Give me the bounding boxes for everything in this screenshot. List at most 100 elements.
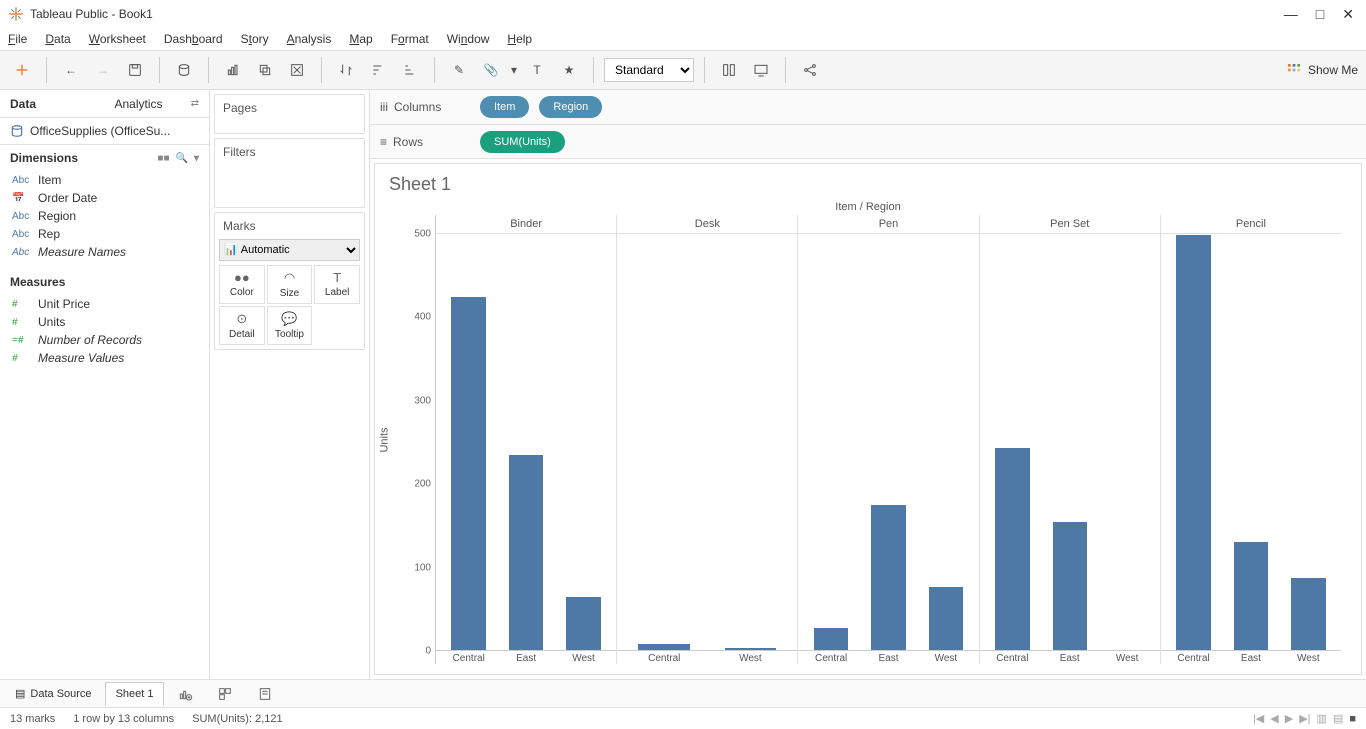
show-me-button[interactable]: Show Me xyxy=(1286,62,1358,78)
mark-detail[interactable]: ⊙Detail xyxy=(219,306,265,345)
mark-label[interactable]: TLabel xyxy=(314,265,360,304)
dropdown-caret[interactable]: ▾ xyxy=(509,56,519,84)
new-datasource-button[interactable] xyxy=(170,56,198,84)
sort-desc-button[interactable] xyxy=(396,56,424,84)
bar-pen-east[interactable] xyxy=(871,505,905,650)
field-order-date[interactable]: 📅Order Date xyxy=(6,189,203,207)
menu-help[interactable]: Help xyxy=(507,32,532,46)
tab-sheet1[interactable]: Sheet 1 xyxy=(105,682,165,706)
datasource-row[interactable]: OfficeSupplies (OfficeSu... xyxy=(0,118,209,145)
field-unit-price[interactable]: #Unit Price xyxy=(6,295,203,313)
field-number-of-records[interactable]: =#Number of Records xyxy=(6,331,203,349)
mark-size[interactable]: ◠Size xyxy=(267,265,313,304)
maximize-button[interactable]: □ xyxy=(1316,6,1324,23)
pill-region[interactable]: Region xyxy=(539,96,602,118)
view-full-icon[interactable]: ■ xyxy=(1349,713,1356,725)
tableau-icon-button[interactable] xyxy=(8,56,36,84)
show-cards-button[interactable] xyxy=(715,56,743,84)
status-geometry: 1 row by 13 columns xyxy=(73,713,174,725)
nav-first[interactable]: |◀ xyxy=(1253,712,1264,725)
bar-desk-west[interactable] xyxy=(725,648,777,650)
bar-pen-set-east[interactable] xyxy=(1053,522,1087,650)
bar-pen-central[interactable] xyxy=(814,628,848,650)
bar-pen-west[interactable] xyxy=(929,587,963,650)
column-header: Desk xyxy=(617,215,797,234)
field-measure-names[interactable]: AbcMeasure Names xyxy=(6,243,203,261)
view-list-icon[interactable]: ■■ xyxy=(157,153,169,164)
toolbar: ← → ✎ 📎 ▾ T ★ Standard Show Me xyxy=(0,50,1366,90)
bar-pencil-central[interactable] xyxy=(1176,235,1210,650)
tab-data[interactable]: Data xyxy=(0,90,105,117)
menu-caret-icon[interactable]: ▾ xyxy=(194,153,199,164)
x-tick-label: East xyxy=(1041,653,1098,664)
nav-prev[interactable]: ◀ xyxy=(1270,712,1278,725)
sheet-title[interactable]: Sheet 1 xyxy=(375,164,1361,199)
labels-button[interactable]: T xyxy=(523,56,551,84)
x-tick-label: West xyxy=(1280,653,1337,664)
cards-panel: Pages Filters Marks 📊 Automatic ●●Color … xyxy=(210,90,370,679)
tab-analytics[interactable]: Analytics⇄ xyxy=(105,90,210,117)
pill-item[interactable]: Item xyxy=(480,96,529,118)
group-button[interactable]: 📎 xyxy=(477,56,505,84)
share-button[interactable] xyxy=(796,56,824,84)
status-sum: SUM(Units): 2,121 xyxy=(192,713,282,725)
field-units[interactable]: #Units xyxy=(6,313,203,331)
nav-next[interactable]: ▶ xyxy=(1285,712,1293,725)
field-item[interactable]: AbcItem xyxy=(6,171,203,189)
menu-dashboard[interactable]: Dashboard xyxy=(164,32,223,46)
search-icon[interactable]: 🔍 xyxy=(176,153,188,164)
view-list-icon[interactable]: ▤ xyxy=(1333,712,1343,725)
bar-pencil-west[interactable] xyxy=(1291,578,1325,650)
columns-shelf[interactable]: iiiColumns Item Region xyxy=(370,90,1366,124)
menu-worksheet[interactable]: Worksheet xyxy=(89,32,146,46)
bar-desk-central[interactable] xyxy=(638,644,690,650)
pages-card[interactable]: Pages xyxy=(214,94,365,134)
minimize-button[interactable]: — xyxy=(1284,6,1298,23)
menu-data[interactable]: Data xyxy=(45,32,70,46)
bar-binder-central[interactable] xyxy=(451,297,485,650)
menu-map[interactable]: Map xyxy=(349,32,372,46)
new-story-tab[interactable] xyxy=(246,682,284,706)
sort-asc-button[interactable] xyxy=(364,56,392,84)
x-tick-label: Central xyxy=(621,653,707,664)
y-axis-label: Units xyxy=(379,427,391,452)
bar-binder-west[interactable] xyxy=(566,597,600,650)
menu-window[interactable]: Window xyxy=(447,32,490,46)
bar-pencil-east[interactable] xyxy=(1234,542,1268,650)
highlight-button[interactable]: ✎ xyxy=(445,56,473,84)
filters-card[interactable]: Filters xyxy=(214,138,365,208)
duplicate-button[interactable] xyxy=(251,56,279,84)
close-button[interactable]: ✕ xyxy=(1342,6,1354,23)
field-measure-values[interactable]: #Measure Values xyxy=(6,349,203,367)
pin-button[interactable]: ★ xyxy=(555,56,583,84)
view-grid-icon[interactable]: ▥ xyxy=(1317,712,1327,725)
mark-color[interactable]: ●●Color xyxy=(219,265,265,304)
chart-plot[interactable]: BinderCentralEastWestDeskCentralWestPenC… xyxy=(435,215,1341,664)
bar-pen-set-central[interactable] xyxy=(995,448,1029,650)
new-worksheet-button[interactable] xyxy=(219,56,247,84)
swap-button[interactable] xyxy=(332,56,360,84)
bar-binder-east[interactable] xyxy=(509,455,543,650)
nav-last[interactable]: ▶| xyxy=(1299,712,1310,725)
presentation-button[interactable] xyxy=(747,56,775,84)
rows-shelf[interactable]: ≡Rows SUM(Units) xyxy=(370,124,1366,158)
x-tick-label: East xyxy=(497,653,554,664)
fit-select[interactable]: Standard xyxy=(604,58,694,82)
menu-analysis[interactable]: Analysis xyxy=(287,32,332,46)
field-region[interactable]: AbcRegion xyxy=(6,207,203,225)
save-button[interactable] xyxy=(121,56,149,84)
redo-button[interactable]: → xyxy=(89,56,117,84)
mark-tooltip[interactable]: 💬Tooltip xyxy=(267,306,313,345)
menu-story[interactable]: Story xyxy=(241,32,269,46)
marks-type-select[interactable]: 📊 Automatic xyxy=(219,239,360,261)
app-title: Tableau Public - Book1 xyxy=(30,7,153,21)
new-worksheet-tab[interactable] xyxy=(166,682,204,706)
menu-file[interactable]: File xyxy=(8,32,27,46)
clear-button[interactable] xyxy=(283,56,311,84)
new-dashboard-tab[interactable] xyxy=(206,682,244,706)
menu-format[interactable]: Format xyxy=(391,32,429,46)
pill-sum-units[interactable]: SUM(Units) xyxy=(480,131,565,153)
undo-button[interactable]: ← xyxy=(57,56,85,84)
tab-data-source[interactable]: ▤Data Source xyxy=(4,682,103,706)
field-rep[interactable]: AbcRep xyxy=(6,225,203,243)
